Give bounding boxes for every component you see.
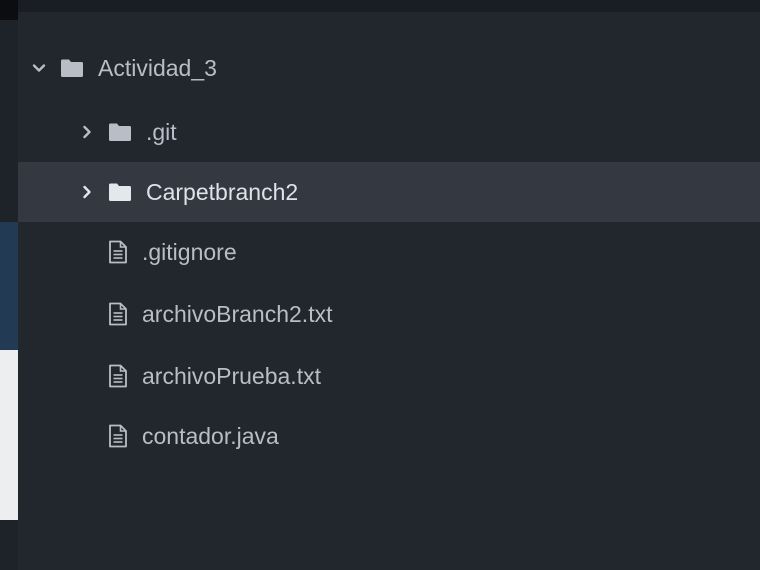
tree-item-carpetbranch2-folder[interactable]: Carpetbranch2	[18, 162, 760, 222]
edge-blue-band	[0, 222, 18, 350]
tree-item-label: contador.java	[142, 422, 279, 449]
file-icon	[108, 424, 128, 448]
folder-icon	[108, 122, 132, 142]
file-icon	[108, 302, 128, 326]
project-tree: Actividad_3 .git Carpetbranch2 .gitignor…	[18, 12, 760, 570]
tree-item-label: .gitignore	[142, 238, 237, 265]
tree-root-actividad-3[interactable]: Actividad_3	[18, 38, 760, 98]
tree-item-label: archivoBranch2.txt	[142, 300, 333, 327]
tree-item-label: .git	[146, 118, 177, 145]
file-icon	[108, 240, 128, 264]
edge-light-band	[0, 350, 18, 520]
background-window-edge	[0, 0, 18, 570]
folder-icon	[108, 182, 132, 202]
tree-item-archivoprueba-file[interactable]: archivoPrueba.txt	[18, 346, 760, 406]
tree-root-label: Actividad_3	[98, 54, 217, 81]
tree-item-gitignore-file[interactable]: .gitignore	[18, 222, 760, 282]
panel-top-bar	[18, 0, 760, 12]
file-explorer-window: Actividad_3 .git Carpetbranch2 .gitignor…	[0, 0, 760, 570]
tree-item-archivobranch2-file[interactable]: archivoBranch2.txt	[18, 284, 760, 344]
chevron-down-icon[interactable]	[32, 61, 46, 75]
tree-item-contador-java-file[interactable]: contador.java	[18, 406, 760, 466]
tree-item-label: Carpetbranch2	[146, 178, 299, 205]
file-icon	[108, 364, 128, 388]
tree-item-git-folder[interactable]: .git	[18, 102, 760, 162]
chevron-right-icon[interactable]	[80, 125, 94, 139]
edge-dark-band	[0, 0, 18, 20]
folder-icon	[60, 58, 84, 78]
tree-item-label: archivoPrueba.txt	[142, 362, 321, 389]
chevron-right-icon[interactable]	[80, 185, 94, 199]
